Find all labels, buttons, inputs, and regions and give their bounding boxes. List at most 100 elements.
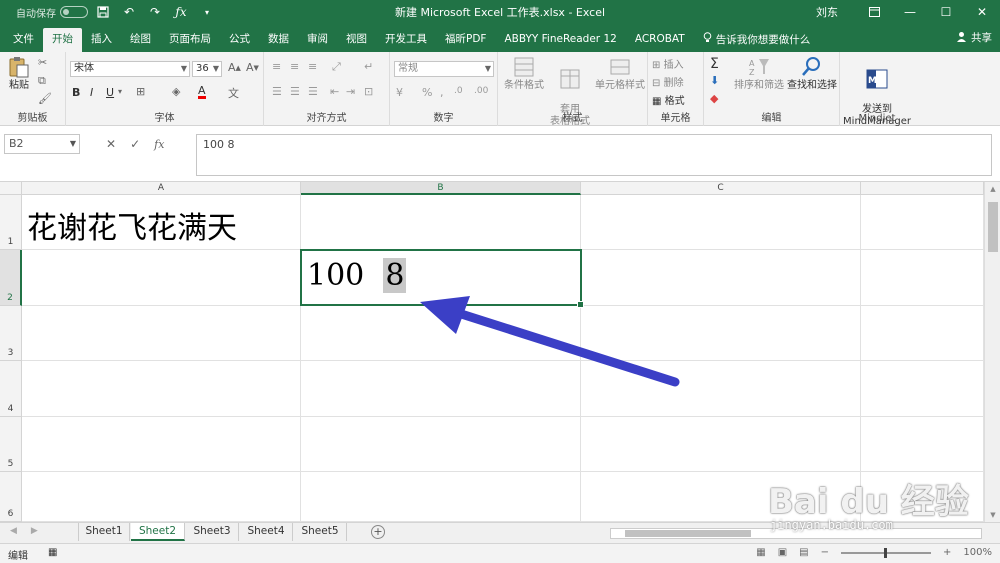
select-all-corner[interactable] xyxy=(0,182,22,195)
zoom-out-icon[interactable]: − xyxy=(821,547,829,558)
sheet-tab-sheet2[interactable]: Sheet2 xyxy=(131,523,185,541)
clear-icon[interactable]: ◆ xyxy=(710,92,718,105)
cell-a2[interactable] xyxy=(22,250,301,306)
decrease-decimal-icon[interactable]: .00 xyxy=(474,86,488,96)
cell-d2[interactable] xyxy=(861,250,984,306)
cell-d1[interactable] xyxy=(861,195,984,250)
tab-formulas[interactable]: 公式 xyxy=(220,28,259,52)
tab-developer[interactable]: 开发工具 xyxy=(376,28,436,52)
sheet-tab-sheet1[interactable]: Sheet1 xyxy=(78,523,130,541)
align-top-icon[interactable]: ≡ xyxy=(272,60,281,73)
next-sheet-icon[interactable]: ▶ xyxy=(31,526,38,536)
font-name-combo[interactable]: 宋体 ▼ xyxy=(70,61,190,77)
add-sheet-icon[interactable]: + xyxy=(371,525,385,539)
increase-decimal-icon[interactable]: .0 xyxy=(454,86,463,96)
cell-d4[interactable] xyxy=(861,361,984,417)
cell-d3[interactable] xyxy=(861,306,984,361)
horizontal-scroll-thumb[interactable] xyxy=(625,530,751,537)
format-painter-icon[interactable]: 🖌 xyxy=(38,92,52,105)
tab-file[interactable]: 文件 xyxy=(4,28,43,52)
row-header-5[interactable]: 5 xyxy=(0,417,22,472)
increase-indent-icon[interactable]: ⇥ xyxy=(346,85,355,98)
cell-b6[interactable] xyxy=(301,472,581,522)
tab-view[interactable]: 视图 xyxy=(337,28,376,52)
sheet-tab-sheet5[interactable]: Sheet5 xyxy=(294,523,347,541)
tab-foxit-pdf[interactable]: 福昕PDF xyxy=(436,28,495,52)
comma-style-icon[interactable]: , xyxy=(440,86,444,99)
cell-a4[interactable] xyxy=(22,361,301,417)
page-break-view-icon[interactable]: ▤ xyxy=(799,547,808,558)
cell-b1[interactable] xyxy=(301,195,581,250)
cell-c5[interactable] xyxy=(581,417,861,472)
zoom-slider[interactable] xyxy=(841,547,932,558)
tell-me-box[interactable]: 告诉我你想要做什么 xyxy=(694,28,820,52)
name-box[interactable]: B2 ▼ xyxy=(4,134,80,154)
normal-view-icon[interactable]: ▦ xyxy=(756,547,765,558)
minimize-icon[interactable]: — xyxy=(892,0,928,24)
sheet-tab-sheet4[interactable]: Sheet4 xyxy=(240,523,293,541)
column-header-a[interactable]: A xyxy=(22,182,301,195)
cell-d5[interactable] xyxy=(861,417,984,472)
cell-b5[interactable] xyxy=(301,417,581,472)
autosum-icon[interactable]: Σ xyxy=(710,56,719,72)
tab-abbyy[interactable]: ABBYY FineReader 12 xyxy=(495,28,625,52)
cell-b4[interactable] xyxy=(301,361,581,417)
cancel-icon[interactable]: ✕ xyxy=(106,137,116,151)
prev-sheet-icon[interactable]: ◀ xyxy=(10,526,17,536)
zoom-level[interactable]: 100% xyxy=(963,547,992,558)
row-header-2[interactable]: 2 xyxy=(0,250,22,306)
cell-styles-button[interactable]: 单元格样式 xyxy=(594,56,646,92)
paste-button[interactable]: 粘贴 xyxy=(4,56,34,92)
scroll-down-icon[interactable]: ▼ xyxy=(985,508,1000,522)
decrease-font-icon[interactable]: A ▼ xyxy=(246,61,259,74)
find-select-button[interactable]: 查找和选择 xyxy=(786,56,838,92)
column-header-c[interactable]: C xyxy=(581,182,861,195)
cell-c4[interactable] xyxy=(581,361,861,417)
align-left-icon[interactable]: ☰ xyxy=(272,85,282,98)
insert-function-icon[interactable]: fx xyxy=(154,138,164,151)
enter-check-icon[interactable]: ✓ xyxy=(130,137,140,151)
italic-icon[interactable]: I xyxy=(90,86,93,99)
format-cells-button[interactable]: ▦ 格式 xyxy=(652,92,685,107)
maximize-icon[interactable]: ☐ xyxy=(928,0,964,24)
fill-icon[interactable]: ⬇ xyxy=(710,74,719,87)
cell-a5[interactable] xyxy=(22,417,301,472)
insert-cells-button[interactable]: ⊞ 插入 xyxy=(652,56,684,71)
cell-d6[interactable] xyxy=(861,472,984,522)
copy-icon[interactable]: ⧉ xyxy=(38,74,46,88)
zoom-in-icon[interactable]: + xyxy=(943,547,951,558)
cell-a6[interactable] xyxy=(22,472,301,522)
redo-icon[interactable]: ↷ xyxy=(144,2,166,22)
tab-page-layout[interactable]: 页面布局 xyxy=(160,28,220,52)
tab-data[interactable]: 数据 xyxy=(259,28,298,52)
chevron-down-icon[interactable]: ▾ xyxy=(118,87,122,96)
conditional-formatting-button[interactable]: 条件格式 xyxy=(502,56,546,92)
macro-record-icon[interactable]: ▦ xyxy=(48,547,57,562)
undo-icon[interactable]: ↶ xyxy=(118,2,140,22)
cut-icon[interactable]: ✂ xyxy=(38,56,47,69)
align-center-icon[interactable]: ☰ xyxy=(290,85,300,98)
vertical-scroll-thumb[interactable] xyxy=(988,202,998,252)
increase-font-icon[interactable]: A ▲ xyxy=(228,61,241,74)
formula-input[interactable]: 100 8 xyxy=(196,134,992,176)
phonetic-icon[interactable]: 文 xyxy=(228,85,239,101)
vertical-scrollbar[interactable]: ▲ ▼ xyxy=(984,182,1000,522)
tab-review[interactable]: 审阅 xyxy=(298,28,337,52)
align-middle-icon[interactable]: ≡ xyxy=(290,60,299,73)
underline-icon[interactable]: U xyxy=(106,86,114,99)
currency-icon[interactable]: ¥ xyxy=(396,86,403,99)
function-icon[interactable]: ƒx xyxy=(170,2,192,22)
align-right-icon[interactable]: ☰ xyxy=(308,85,318,98)
delete-cells-button[interactable]: ⊟ 删除 xyxy=(652,74,684,89)
tab-draw[interactable]: 绘图 xyxy=(121,28,160,52)
horizontal-scrollbar[interactable] xyxy=(610,528,982,539)
wrap-text-icon[interactable]: ↵ xyxy=(364,60,373,73)
percent-icon[interactable]: % xyxy=(422,86,432,99)
row-header-6[interactable]: 6 xyxy=(0,472,22,522)
autosave-toggle[interactable]: 自动保存 xyxy=(16,5,88,20)
cell-c6[interactable] xyxy=(581,472,861,522)
save-icon[interactable] xyxy=(92,2,114,22)
sort-filter-button[interactable]: AZ 排序和筛选 xyxy=(734,56,784,92)
tab-acrobat[interactable]: ACROBAT xyxy=(626,28,694,52)
align-bottom-icon[interactable]: ≡ xyxy=(308,60,317,73)
